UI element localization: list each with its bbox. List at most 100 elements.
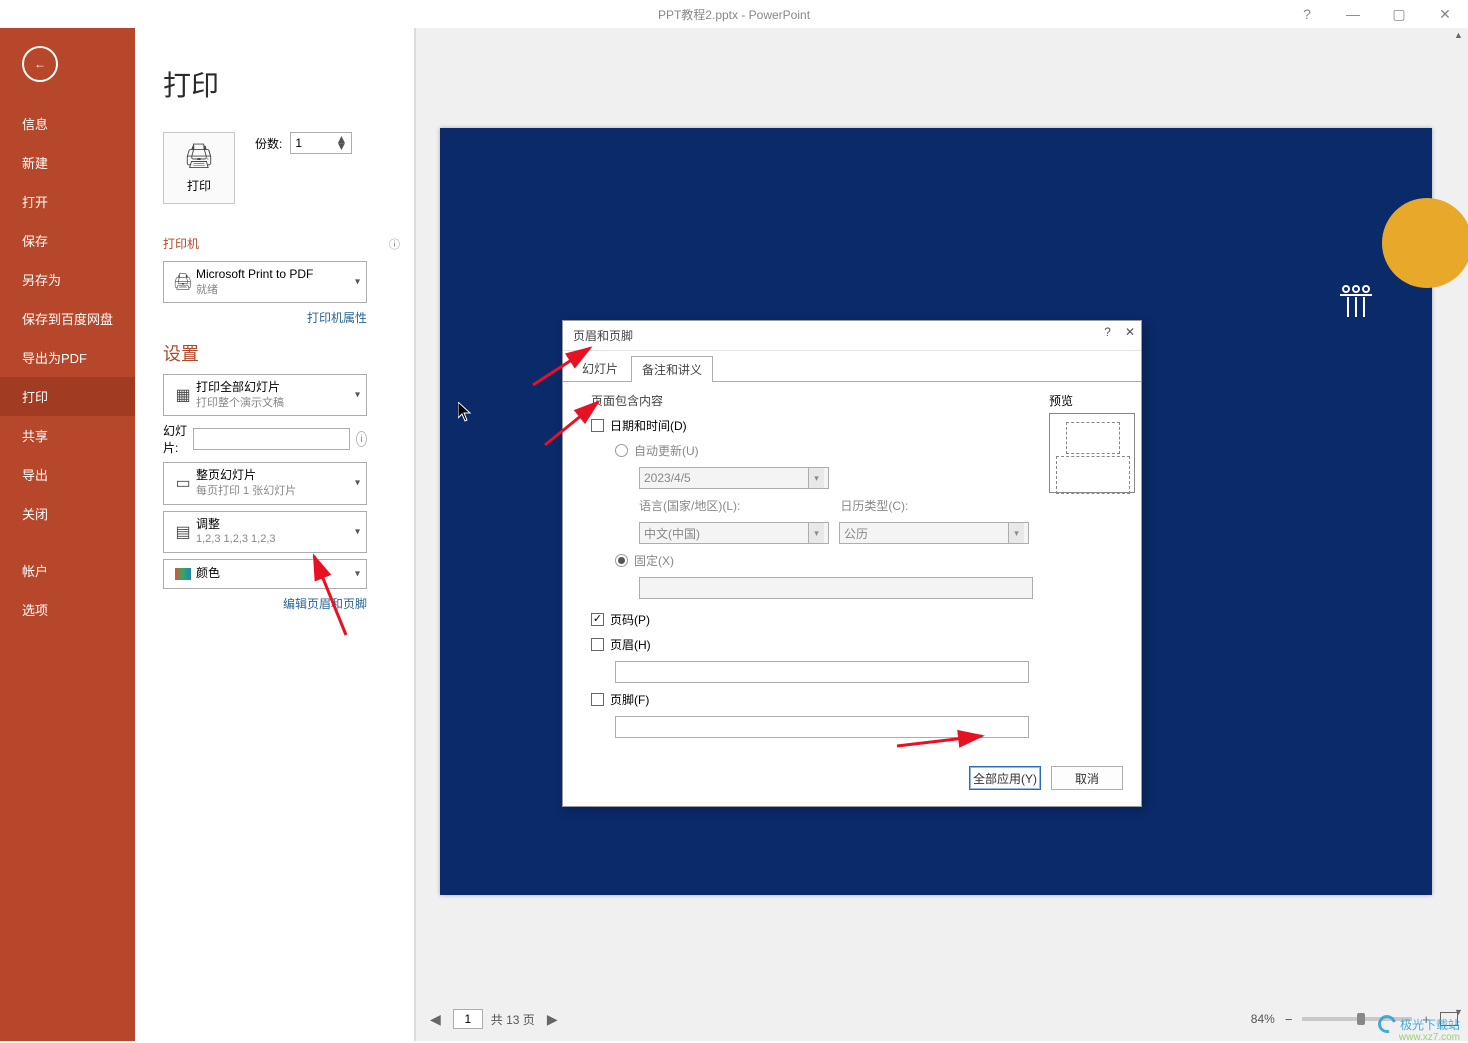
date-select[interactable]: 2023/4/5▾ — [639, 467, 829, 489]
tab-slides[interactable]: 幻灯片 — [571, 355, 629, 381]
copies-input[interactable]: 1 ▲▼ — [290, 132, 352, 154]
slides-icon: ▦ — [170, 385, 196, 405]
print-range-dropdown[interactable]: ▦ 打印全部幻灯片 打印整个演示文稿 ▾ — [163, 374, 367, 416]
header-input[interactable] — [615, 661, 1029, 683]
footer-checkbox[interactable] — [591, 693, 604, 706]
backstage-sidebar: ← 信息 新建 打开 保存 另存为 保存到百度网盘 导出为PDF 打印 共享 导… — [0, 28, 135, 1041]
printer-status: 就绪 — [196, 283, 313, 298]
copies-spinner[interactable]: ▲▼ — [335, 136, 347, 150]
zoom-slider[interactable] — [1302, 1017, 1412, 1021]
settings-section-title: 设置 — [163, 340, 414, 366]
print-settings-panel: 打印 🖨 打印 份数: 1 ▲▼ 打印机 ⓘ 🖨 — [135, 28, 415, 1041]
nav-new[interactable]: 新建 — [0, 143, 135, 182]
slide-graphic-circle — [1382, 198, 1468, 288]
collate-dropdown[interactable]: ▤ 调整 1,2,3 1,2,3 1,2,3 ▾ — [163, 511, 367, 553]
printer-dropdown[interactable]: 🖨 Microsoft Print to PDF 就绪 ▾ — [163, 261, 367, 303]
header-checkbox[interactable] — [591, 638, 604, 651]
layout-label: 整页幻灯片 — [196, 467, 296, 484]
back-button[interactable]: ← — [22, 46, 58, 82]
header-label: 页眉(H) — [610, 636, 651, 653]
zoom-out-button[interactable]: − — [1285, 1012, 1293, 1027]
chevron-down-icon: ▾ — [355, 390, 360, 401]
nav-info[interactable]: 信息 — [0, 104, 135, 143]
page-title: 打印 — [163, 64, 414, 104]
datetime-checkbox[interactable] — [591, 419, 604, 432]
page-number-input[interactable] — [453, 1009, 483, 1029]
print-range-label: 打印全部幻灯片 — [196, 379, 284, 396]
nav-save-baidu[interactable]: 保存到百度网盘 — [0, 299, 135, 338]
nav-close[interactable]: 关闭 — [0, 494, 135, 533]
dialog-close-button[interactable]: ✕ — [1125, 325, 1135, 339]
titlebar: PPT教程2.pptx - PowerPoint ? — ▢ ✕ — [0, 0, 1468, 28]
printer-icon: 🖨 — [184, 142, 214, 171]
dialog-tabs: 幻灯片 备注和讲义 — [563, 351, 1141, 382]
nav-saveas[interactable]: 另存为 — [0, 260, 135, 299]
calendar-label: 日历类型(C): — [840, 497, 908, 514]
nav-export-pdf[interactable]: 导出为PDF — [0, 338, 135, 377]
copies-value: 1 — [295, 136, 302, 150]
calendar-select[interactable]: 公历▾ — [839, 522, 1029, 544]
footer-input[interactable] — [615, 716, 1029, 738]
header-footer-dialog: 页眉和页脚 ? ✕ 幻灯片 备注和讲义 页面包含内容 日期和时间(D) 自动更新… — [562, 320, 1142, 807]
nav-share[interactable]: 共享 — [0, 416, 135, 455]
copies-label: 份数: — [255, 135, 282, 152]
maximize-button[interactable]: ▢ — [1376, 0, 1422, 28]
chevron-down-icon: ▾ — [355, 526, 360, 537]
layout-dropdown[interactable]: ▭ 整页幻灯片 每页打印 1 张幻灯片 ▾ — [163, 462, 367, 504]
preview-scrollbar[interactable] — [1450, 28, 1468, 1041]
collate-label: 调整 — [196, 516, 276, 533]
chevron-down-icon: ▾ — [355, 478, 360, 489]
slides-input[interactable] — [193, 428, 350, 450]
preview-footer: ◀ 共 13 页 ▶ 84% − + — [426, 1005, 1458, 1033]
auto-update-radio[interactable] — [615, 444, 628, 457]
chevron-down-icon: ▾ — [1008, 523, 1024, 543]
dialog-help-button[interactable]: ? — [1104, 325, 1111, 339]
close-button[interactable]: ✕ — [1422, 0, 1468, 28]
cancel-button[interactable]: 取消 — [1051, 766, 1123, 790]
layout-sub: 每页打印 1 张幻灯片 — [196, 484, 296, 499]
dialog-title: 页眉和页脚 — [573, 327, 633, 344]
nav-print[interactable]: 打印 — [0, 377, 135, 416]
datetime-label: 日期和时间(D) — [610, 417, 687, 434]
color-icon — [170, 568, 196, 580]
auto-update-label: 自动更新(U) — [634, 442, 699, 459]
chevron-down-icon: ▾ — [355, 568, 360, 579]
help-button[interactable]: ? — [1284, 0, 1330, 28]
zoom-level: 84% — [1251, 1012, 1275, 1026]
apply-all-button[interactable]: 全部应用(Y) — [969, 766, 1041, 790]
fit-page-button[interactable] — [1440, 1012, 1458, 1026]
nav-export[interactable]: 导出 — [0, 455, 135, 494]
language-value: 中文(中国) — [644, 525, 700, 542]
color-dropdown[interactable]: 颜色 ▾ — [163, 559, 367, 589]
tab-notes-handouts[interactable]: 备注和讲义 — [631, 356, 713, 382]
nav-save[interactable]: 保存 — [0, 221, 135, 260]
fixed-date-input[interactable] — [639, 577, 1033, 599]
layout-icon: ▭ — [170, 473, 196, 493]
print-button[interactable]: 🖨 打印 — [163, 132, 235, 204]
nav-open[interactable]: 打开 — [0, 182, 135, 221]
language-select[interactable]: 中文(中国)▾ — [639, 522, 829, 544]
next-page-button[interactable]: ▶ — [543, 1011, 562, 1028]
page-number-label: 页码(P) — [610, 611, 650, 628]
nav-options[interactable]: 选项 — [0, 590, 135, 629]
edit-header-footer-link[interactable]: 编辑页眉和页脚 — [163, 595, 367, 612]
content-label: 页面包含内容 — [591, 392, 1033, 409]
collate-sub: 1,2,3 1,2,3 1,2,3 — [196, 532, 276, 547]
slides-info-icon[interactable]: i — [356, 431, 367, 447]
zoom-in-button[interactable]: + — [1422, 1012, 1430, 1027]
prev-page-button[interactable]: ◀ — [426, 1011, 445, 1028]
page-total: 共 13 页 — [491, 1011, 535, 1028]
chevron-down-icon: ▾ — [808, 468, 824, 488]
back-arrow-icon: ← — [34, 57, 46, 71]
printer-name: Microsoft Print to PDF — [196, 266, 313, 283]
dialog-header[interactable]: 页眉和页脚 ? ✕ — [563, 321, 1141, 351]
window-controls: ? — ▢ ✕ — [1284, 0, 1468, 28]
slides-label: 幻灯片: — [163, 422, 187, 456]
page-number-checkbox[interactable]: ✓ — [591, 613, 604, 626]
info-icon[interactable]: ⓘ — [389, 236, 400, 252]
window-title: PPT教程2.pptx - PowerPoint — [658, 6, 810, 23]
minimize-button[interactable]: — — [1330, 0, 1376, 28]
nav-account[interactable]: 帐户 — [0, 551, 135, 590]
printer-properties-link[interactable]: 打印机属性 — [163, 309, 367, 326]
fixed-radio[interactable] — [615, 554, 628, 567]
